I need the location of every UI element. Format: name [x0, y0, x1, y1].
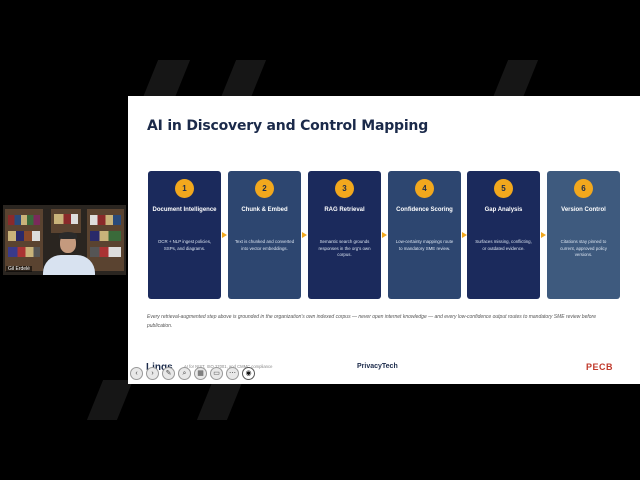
view-icon[interactable]: ▭: [210, 366, 223, 380]
background-stroke-4: [86, 380, 134, 420]
step-arrow-5: [541, 232, 546, 238]
step-title-1: Document Intelligence: [152, 207, 217, 213]
step-number-4: 4: [415, 179, 434, 198]
step-desc-2: Text is chunked and converted into vecto…: [234, 239, 295, 251]
step-desc-4: Low-certainty mappings route to mandator…: [395, 239, 454, 251]
step-desc-3: Semantic search grounds responses in the…: [318, 239, 371, 258]
step-number-1: 1: [175, 179, 194, 198]
books: [90, 247, 121, 257]
slide-title: AI in Discovery and Control Mapping: [147, 118, 429, 134]
step-desc-5: Surfaces missing, conflicting, or outdat…: [475, 239, 532, 251]
background-stroke-2: [219, 60, 267, 100]
step-number-2: 2: [255, 179, 274, 198]
books: [8, 231, 40, 241]
grid-icon[interactable]: ▦: [194, 366, 207, 380]
books: [8, 215, 40, 225]
step-arrow-1: [222, 232, 227, 238]
speaker-video-tile[interactable]: Gil Erdelé: [3, 205, 126, 275]
presentation-slide: AI in Discovery and Control Mapping 1 Do…: [128, 96, 640, 384]
step-arrow-2: [302, 232, 307, 238]
step-number-6: 6: [574, 179, 593, 198]
more-icon[interactable]: ⋯: [226, 366, 239, 380]
speaker-name-label: Gil Erdelé: [6, 266, 32, 272]
step-card-1: 1 Document Intelligence OCR + NLP ingest…: [148, 171, 221, 299]
privacytech-logo: PrivacyTech: [357, 363, 398, 370]
zoom-icon[interactable]: ⌕: [178, 366, 191, 380]
prev-icon[interactable]: ‹: [130, 366, 143, 380]
slide-footnote: Every retrieval-augmented step above is …: [147, 314, 596, 329]
speaker-shirt: [43, 255, 95, 275]
step-number-5: 5: [494, 179, 513, 198]
background-stroke-3: [491, 60, 539, 100]
step-card-6: 6 Version Control Citations stay pinned …: [547, 171, 620, 299]
pen-icon[interactable]: ✎: [162, 366, 175, 380]
camera-icon[interactable]: ◉: [242, 366, 255, 380]
books: [90, 231, 121, 241]
step-title-4: Confidence Scoring: [396, 207, 453, 213]
step-desc-1: OCR + NLP ingest policies, SSPs, and dia…: [157, 239, 212, 251]
presentation-toolbar: ‹ › ✎ ⌕ ▦ ▭ ⋯ ◉: [130, 366, 255, 380]
next-icon[interactable]: ›: [146, 366, 159, 380]
background-stroke-1: [141, 60, 191, 100]
step-title-5: Gap Analysis: [484, 207, 523, 213]
step-title-2: Chunk & Embed: [241, 207, 288, 213]
books: [90, 215, 121, 225]
step-title-6: Version Control: [561, 207, 606, 213]
step-desc-6: Citations stay pinned to current, approv…: [560, 239, 607, 258]
speaker-hair: [59, 232, 77, 239]
books: [8, 247, 40, 257]
step-title-3: RAG Retrieval: [324, 207, 365, 213]
step-card-3: 3 RAG Retrieval Semantic search grounds …: [308, 171, 381, 299]
books: [54, 214, 78, 224]
step-number-3: 3: [335, 179, 354, 198]
step-card-2: 2 Chunk & Embed Text is chunked and conv…: [228, 171, 301, 299]
pecb-logo: PECB: [586, 362, 614, 372]
step-arrow-3: [382, 232, 387, 238]
step-card-4: 4 Confidence Scoring Low-certainty mappi…: [388, 171, 461, 299]
background-stroke-5: [196, 380, 244, 420]
step-card-5: 5 Gap Analysis Surfaces missing, conflic…: [467, 171, 540, 299]
